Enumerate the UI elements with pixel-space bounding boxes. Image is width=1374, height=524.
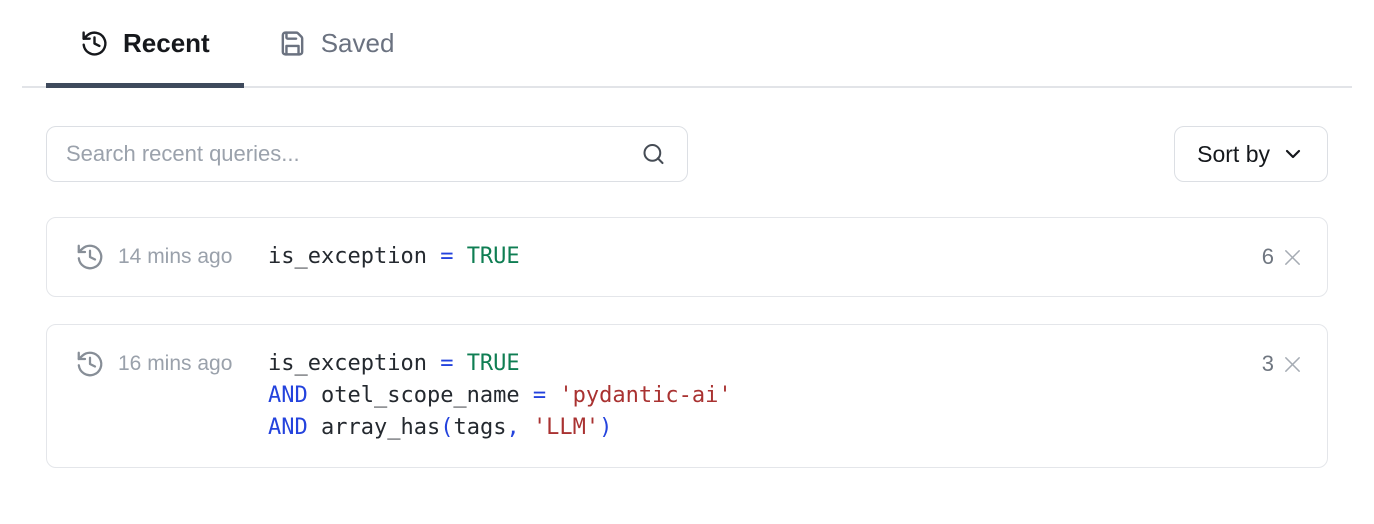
query-card[interactable]: 16 mins ago is_exception = TRUEAND otel_… <box>46 324 1328 468</box>
tab-saved-label: Saved <box>321 28 395 59</box>
sort-by-button[interactable]: Sort by <box>1174 126 1328 182</box>
query-list: 14 mins ago is_exception = TRUE 6 16 min… <box>46 217 1328 468</box>
search-icon <box>640 141 667 168</box>
history-icon <box>75 349 105 379</box>
search-input[interactable] <box>46 126 688 182</box>
query-code: is_exception = TRUEAND otel_scope_name =… <box>268 348 732 444</box>
tab-bar: Recent Saved <box>22 0 1352 88</box>
remove-query-button[interactable] <box>1274 247 1303 268</box>
search-box <box>46 126 688 182</box>
query-code: is_exception = TRUE <box>268 241 520 273</box>
query-timestamp: 16 mins ago <box>118 348 268 380</box>
save-icon <box>278 29 307 58</box>
query-card[interactable]: 14 mins ago is_exception = TRUE 6 <box>46 217 1328 297</box>
chevron-down-icon <box>1281 142 1305 166</box>
toolbar: Sort by <box>46 126 1328 182</box>
tab-recent-label: Recent <box>123 28 210 59</box>
remove-query-button[interactable] <box>1274 354 1303 375</box>
close-icon <box>1282 247 1303 268</box>
tab-saved[interactable]: Saved <box>244 0 429 86</box>
tab-recent[interactable]: Recent <box>46 0 244 86</box>
query-run-count: 3 <box>1262 348 1274 380</box>
query-run-count: 6 <box>1262 241 1274 273</box>
close-icon <box>1282 354 1303 375</box>
history-icon <box>80 29 109 58</box>
recent-queries-panel: Recent Saved Sort by <box>0 0 1374 468</box>
sort-by-label: Sort by <box>1197 141 1270 168</box>
history-icon <box>75 242 105 272</box>
query-timestamp: 14 mins ago <box>118 241 268 273</box>
